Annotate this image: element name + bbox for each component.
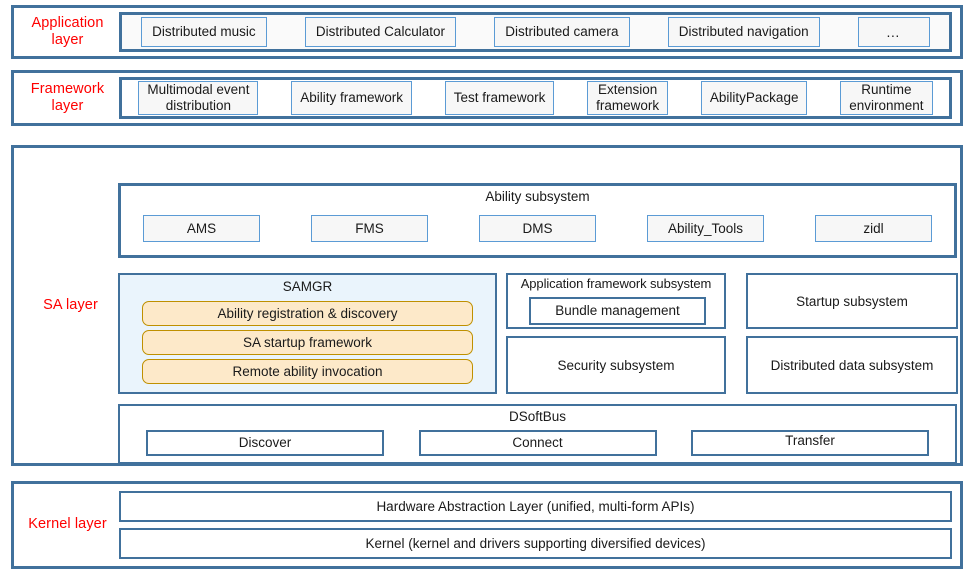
framework-item-ability-package[interactable]: AbilityPackage: [701, 81, 808, 115]
dsoftbus-item-discover[interactable]: Discover: [146, 430, 384, 456]
framework-item-extension-framework[interactable]: Extension framework: [587, 81, 668, 115]
ability-subsystem-items: AMS FMS DMS Ability_Tools zidl: [143, 215, 932, 242]
samgr-item-remote-ability-invocation[interactable]: Remote ability invocation: [142, 359, 473, 384]
samgr-block: SAMGR Ability registration & discovery S…: [118, 273, 497, 394]
dsoftbus-item-transfer[interactable]: Transfer: [691, 430, 929, 456]
dsoftbus-block: DSoftBus Discover Connect Transfer: [118, 404, 957, 464]
framework-item-test-framework[interactable]: Test framework: [445, 81, 555, 115]
framework-layer-band: Multimodal event distribution Ability fr…: [119, 77, 952, 119]
framework-layer-label: Framework layer: [16, 81, 119, 115]
ability-item-dms[interactable]: DMS: [479, 215, 596, 242]
sa-layer-label: SA layer: [24, 297, 117, 314]
app-item-distributed-music[interactable]: Distributed music: [141, 17, 267, 47]
ability-item-fms[interactable]: FMS: [311, 215, 428, 242]
kernel-layer-items: Hardware Abstraction Layer (unified, mul…: [119, 491, 952, 559]
framework-item-ability-framework[interactable]: Ability framework: [291, 81, 412, 115]
kernel-item-hardware-abstraction-layer[interactable]: Hardware Abstraction Layer (unified, mul…: [119, 491, 952, 522]
appfw-item-bundle-management[interactable]: Bundle management: [529, 297, 706, 325]
ability-item-ams[interactable]: AMS: [143, 215, 260, 242]
application-framework-subsystem: Application framework subsystem Bundle m…: [506, 273, 726, 329]
kernel-layer: Kernel layer Hardware Abstraction Layer …: [11, 481, 963, 569]
sa-layer: SA layer Ability subsystem AMS FMS DMS A…: [11, 145, 963, 466]
framework-item-runtime-environment[interactable]: Runtime environment: [840, 81, 932, 115]
samgr-item-sa-startup-framework[interactable]: SA startup framework: [142, 330, 473, 355]
startup-subsystem[interactable]: Startup subsystem: [746, 273, 958, 329]
architecture-diagram: Application layer Distributed music Dist…: [0, 0, 973, 576]
ability-subsystem-title: Ability subsystem: [121, 189, 954, 204]
samgr-items: Ability registration & discovery SA star…: [142, 301, 473, 384]
application-framework-subsystem-title: Application framework subsystem: [508, 276, 724, 291]
app-item-distributed-navigation[interactable]: Distributed navigation: [668, 17, 820, 47]
framework-layer: Framework layer Multimodal event distrib…: [11, 70, 963, 126]
app-item-more[interactable]: …: [858, 17, 930, 47]
dsoftbus-title: DSoftBus: [120, 409, 955, 424]
kernel-layer-label: Kernel layer: [16, 516, 119, 533]
sa-layer-content: Ability subsystem AMS FMS DMS Ability_To…: [117, 148, 960, 463]
dsoftbus-item-connect[interactable]: Connect: [419, 430, 657, 456]
samgr-item-ability-registration-discovery[interactable]: Ability registration & discovery: [142, 301, 473, 326]
application-layer-label: Application layer: [16, 15, 119, 49]
ability-subsystem: Ability subsystem AMS FMS DMS Ability_To…: [118, 183, 957, 258]
app-item-distributed-calculator[interactable]: Distributed Calculator: [305, 17, 456, 47]
app-item-distributed-camera[interactable]: Distributed camera: [494, 17, 629, 47]
security-subsystem[interactable]: Security subsystem: [506, 336, 726, 394]
application-layer-band: Distributed music Distributed Calculator…: [119, 12, 952, 52]
kernel-item-kernel[interactable]: Kernel (kernel and drivers supporting di…: [119, 528, 952, 559]
distributed-data-subsystem[interactable]: Distributed data subsystem: [746, 336, 958, 394]
application-layer: Application layer Distributed music Dist…: [11, 5, 963, 59]
dsoftbus-items: Discover Connect Transfer: [146, 430, 929, 456]
samgr-title: SAMGR: [120, 279, 495, 294]
framework-item-multimodal-event-distribution[interactable]: Multimodal event distribution: [138, 81, 258, 115]
ability-item-ability-tools[interactable]: Ability_Tools: [647, 215, 764, 242]
ability-item-zidl[interactable]: zidl: [815, 215, 932, 242]
